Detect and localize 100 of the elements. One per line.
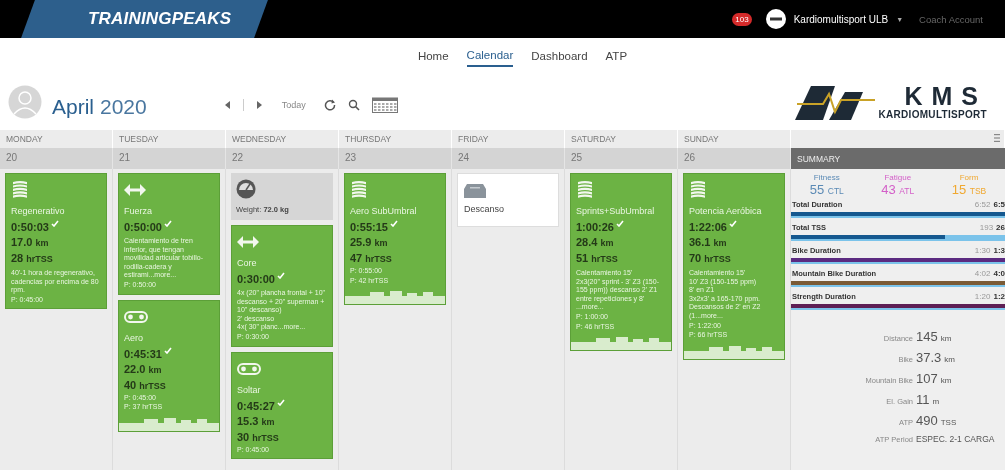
today-button[interactable]: Today <box>281 100 306 110</box>
workout-title: Soltar <box>237 384 261 395</box>
distance-unit: km <box>374 238 388 248</box>
weekday-header: FRIDAY <box>452 130 565 148</box>
stat-unit: km <box>940 376 952 385</box>
stat-value: ESPEC. 2-1 CARGA <box>916 434 995 444</box>
tray-icon <box>464 184 486 198</box>
stat-value: 11 <box>916 392 930 407</box>
date-cell: 26 <box>678 148 791 169</box>
tss-unit: hrTSS <box>139 380 166 391</box>
menu-icon[interactable] <box>994 134 1000 142</box>
weekday-header: TUESDAY <box>113 130 226 148</box>
distance-unit: km <box>35 238 49 248</box>
completed-total: 6:5 <box>993 200 1005 209</box>
stat-unit: TSS <box>940 418 957 427</box>
stripes-icon <box>689 181 707 199</box>
fitness-value: 15 <box>951 182 967 197</box>
nav-tab[interactable]: ATP <box>605 46 628 66</box>
next-icon[interactable] <box>255 100 264 110</box>
workout-duration: 0:50:03 <box>11 220 49 234</box>
weekday-header: MONDAY <box>0 130 113 148</box>
year-title: 2020 <box>100 95 147 119</box>
workout-tss: 70 <box>689 252 702 264</box>
workout-distance: 17.0 <box>11 236 33 248</box>
fitness-label: Form <box>959 173 979 182</box>
chain-link-icon <box>237 362 261 375</box>
workout-title: Regenerativo <box>11 206 65 216</box>
workout-duration: 0:30:00 <box>237 272 275 286</box>
notification-badge[interactable]: 103 <box>732 12 752 26</box>
brand-banner[interactable]: TRAININGPEAKS <box>21 0 269 38</box>
fitness-value: 43 <box>881 182 896 197</box>
date-cell: 24 <box>452 148 565 169</box>
workout-distance: 22.0 <box>124 362 146 375</box>
workout-tss: 47 <box>350 252 363 264</box>
workout-title: Aero <box>124 332 143 343</box>
workout-distance: 36.1 <box>689 236 711 248</box>
stat-value: 490 <box>916 413 938 428</box>
completed-total: 1:2 <box>993 292 1005 301</box>
workout-title: Fuerza <box>124 206 152 216</box>
workout-duration: 0:50:00 <box>124 220 162 234</box>
weekday-header: THURSDAY <box>339 130 452 148</box>
workout-distance: 15.3 <box>237 414 259 427</box>
planned-total: 1:20 <box>974 292 991 301</box>
workout-duration: 1:22:06 <box>689 220 727 234</box>
workout-title: Core <box>237 258 257 268</box>
weekday-header: SATURDAY <box>565 130 678 148</box>
tss-unit: hrTSS <box>591 254 618 264</box>
fitness-unit: ATL <box>899 186 915 196</box>
workout-distance: 25.9 <box>350 236 372 248</box>
tss-unit: hrTSS <box>704 254 731 264</box>
logo-title: KMS <box>904 84 987 109</box>
distance-unit: km <box>148 364 162 375</box>
completed-total: 4:0 <box>993 269 1005 278</box>
calendar-icon[interactable] <box>371 97 398 113</box>
stat-value: 145 <box>916 329 938 344</box>
tss-unit: hrTSS <box>26 254 53 264</box>
nav-tab[interactable]: Calendar <box>466 45 514 67</box>
workout-title: Potencia Aeróbica <box>689 206 762 216</box>
fitness-unit: CTL <box>827 186 844 196</box>
weekday-header: WEDNESDAY <box>226 130 339 148</box>
month-title: April <box>52 95 94 119</box>
tss-unit: hrTSS <box>365 254 392 264</box>
workout-duration: 0:45:31 <box>124 346 162 361</box>
distance-unit: km <box>261 416 275 427</box>
workout-tss: 51 <box>576 252 589 264</box>
stripes-icon <box>350 181 368 199</box>
stat-value: 37.3 <box>916 350 942 365</box>
fitness-unit: TSB <box>969 186 987 196</box>
coach-account-link[interactable]: Coach Account <box>919 13 983 25</box>
nav-tab[interactable]: Dashboard <box>531 46 588 66</box>
stat-unit: km <box>944 355 955 364</box>
workout-title: Sprints+SubUmbral <box>576 206 655 216</box>
planned-total: 193 <box>979 223 994 232</box>
workout-tss: 40 <box>124 378 137 391</box>
stat-value: 107 <box>916 371 938 386</box>
nav-tab[interactable]: Home <box>417 46 449 66</box>
workout-duration: 0:45:27 <box>237 398 275 413</box>
gauge-icon <box>236 179 256 199</box>
date-cell: 20 <box>0 148 113 169</box>
fitness-label: Fatigue <box>884 173 912 182</box>
stat-unit: km <box>940 334 952 343</box>
workout-distance: 28.4 <box>576 236 598 248</box>
planned-total: 4:02 <box>974 269 991 278</box>
distance-unit: km <box>713 238 727 248</box>
date-cell: 22 <box>226 148 339 169</box>
planned-total: 6:52 <box>974 200 991 209</box>
weekday-header: SUNDAY <box>678 130 791 148</box>
stat-unit: m <box>932 397 940 406</box>
search-icon[interactable] <box>347 99 360 111</box>
account-name[interactable]: Kardiomultisport ULB <box>793 13 889 25</box>
workout-title: Descanso <box>464 204 505 214</box>
rest-day-card[interactable]: Descanso <box>457 173 559 227</box>
distance-unit: km <box>600 238 614 248</box>
fitness-value: 55 <box>809 182 825 197</box>
workout-duration: 1:00:26 <box>576 220 614 234</box>
account-avatar[interactable] <box>765 9 786 29</box>
refresh-icon[interactable] <box>323 99 336 111</box>
completed-total: 1:3 <box>993 246 1005 255</box>
fitness-label: Fitness <box>813 173 840 182</box>
summary-header: SUMMARY <box>791 148 1005 169</box>
